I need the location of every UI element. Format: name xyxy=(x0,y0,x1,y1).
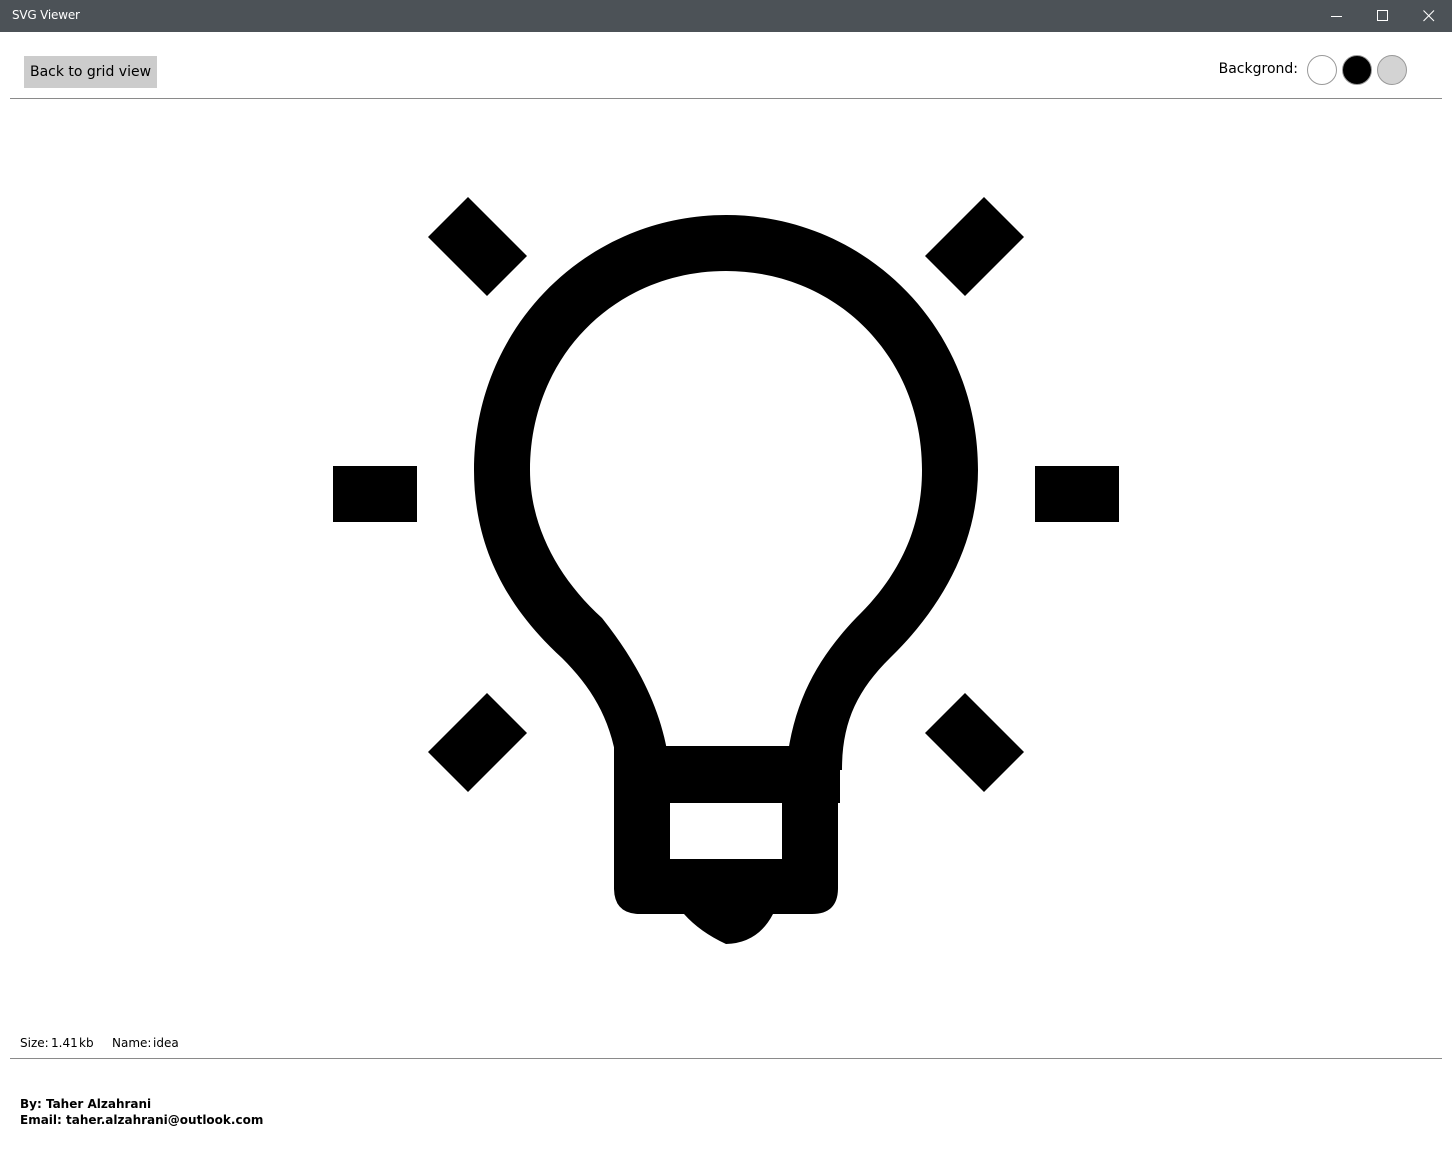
maximize-button[interactable] xyxy=(1360,0,1406,32)
author-text: By: Taher Alzahrani xyxy=(20,1097,152,1111)
size-value: 1.41 xyxy=(51,1036,78,1050)
back-to-grid-button[interactable]: Back to grid view xyxy=(24,56,157,88)
toolbar-divider xyxy=(10,98,1442,99)
svg-preview-canvas xyxy=(10,100,1442,1030)
size-label: Size: xyxy=(20,1036,49,1050)
maximize-icon xyxy=(1377,10,1388,21)
swatch-black[interactable] xyxy=(1342,55,1372,85)
minimize-icon xyxy=(1331,16,1342,17)
name-label: Name: xyxy=(112,1036,152,1050)
lightbulb-idea-icon xyxy=(333,197,1119,944)
minimize-button[interactable] xyxy=(1314,0,1360,32)
close-button[interactable] xyxy=(1406,0,1452,32)
info-divider xyxy=(10,1058,1442,1059)
window-title: SVG Viewer xyxy=(12,8,80,22)
swatch-gray[interactable] xyxy=(1377,55,1407,85)
title-bar: SVG Viewer xyxy=(0,0,1452,32)
close-icon xyxy=(1423,10,1435,22)
background-label: Backgrond: xyxy=(1218,61,1298,77)
name-value: idea xyxy=(153,1036,179,1050)
swatch-white[interactable] xyxy=(1307,55,1337,85)
size-unit: kb xyxy=(79,1036,94,1050)
email-text: Email: taher.alzahrani@outlook.com xyxy=(20,1113,264,1127)
